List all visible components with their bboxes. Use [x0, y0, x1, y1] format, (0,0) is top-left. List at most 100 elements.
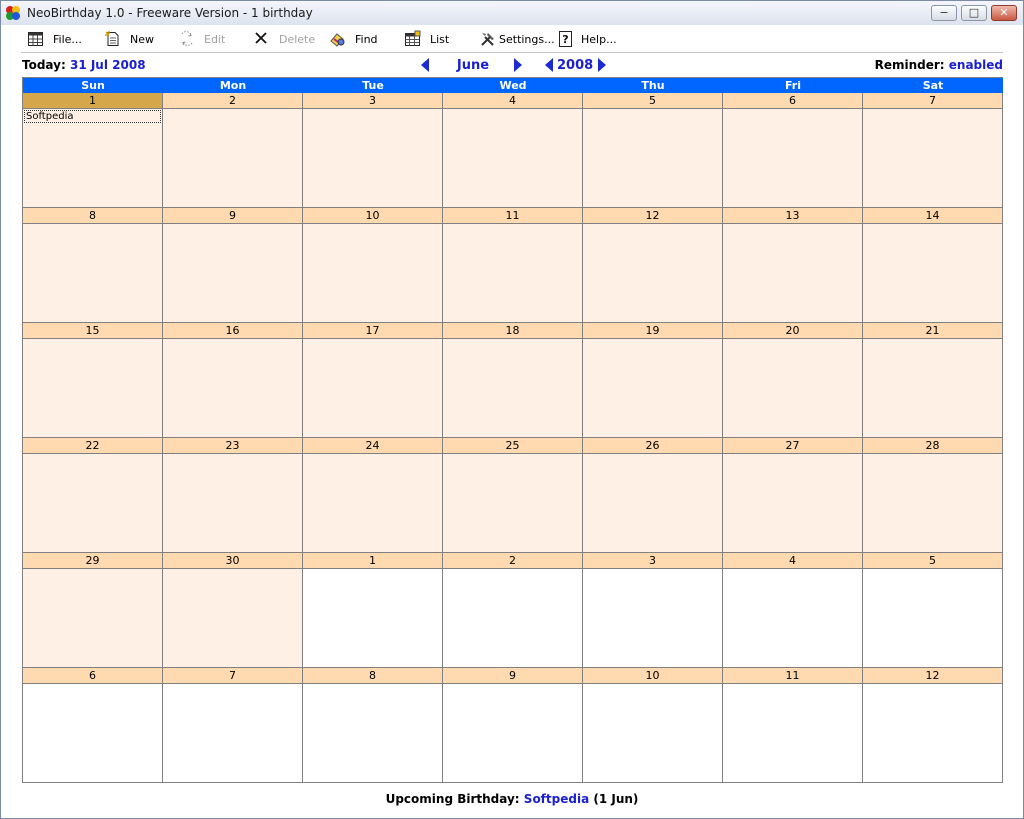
day-cell[interactable]: 30 [163, 553, 303, 668]
day-cell[interactable]: 2 [443, 553, 583, 668]
day-cell[interactable]: 9 [443, 668, 583, 783]
day-cell[interactable]: 24 [303, 438, 443, 553]
day-cell[interactable]: 1 Softpedia [23, 93, 163, 208]
day-cell[interactable]: 25 [443, 438, 583, 553]
day-body[interactable] [583, 109, 722, 207]
today-date[interactable]: 31 Jul 2008 [70, 58, 146, 72]
day-body[interactable] [443, 339, 582, 437]
day-cell[interactable]: 2 [163, 93, 303, 208]
day-body[interactable] [863, 224, 1002, 322]
day-cell[interactable]: 18 [443, 323, 583, 438]
delete-button[interactable]: Delete [253, 29, 315, 49]
day-body[interactable] [163, 569, 302, 667]
new-button[interactable]: New [104, 29, 154, 49]
day-body[interactable] [583, 454, 722, 552]
day-cell[interactable]: 8 [303, 668, 443, 783]
day-cell[interactable]: 5 [583, 93, 723, 208]
settings-button[interactable]: Settings... [479, 29, 555, 49]
day-body[interactable] [723, 224, 862, 322]
day-body[interactable] [583, 684, 722, 782]
day-cell[interactable]: 17 [303, 323, 443, 438]
day-body[interactable] [303, 569, 442, 667]
day-cell[interactable]: 4 [723, 553, 863, 668]
day-body[interactable] [443, 569, 582, 667]
day-cell[interactable]: 27 [723, 438, 863, 553]
day-cell[interactable]: 10 [583, 668, 723, 783]
file-button[interactable]: File... [27, 29, 82, 49]
day-cell[interactable]: 28 [863, 438, 1003, 553]
edit-button[interactable]: Edit [178, 29, 225, 49]
day-body[interactable] [23, 684, 162, 782]
day-body[interactable] [303, 684, 442, 782]
day-cell[interactable]: 10 [303, 208, 443, 323]
day-cell[interactable]: 12 [583, 208, 723, 323]
year-selector[interactable]: 2008 [557, 58, 593, 73]
day-body[interactable] [863, 339, 1002, 437]
day-cell[interactable]: 29 [23, 553, 163, 668]
day-body[interactable] [23, 224, 162, 322]
day-body[interactable] [723, 339, 862, 437]
next-year-icon[interactable] [598, 58, 606, 72]
minimize-button[interactable]: − [931, 5, 957, 21]
day-cell[interactable]: 23 [163, 438, 303, 553]
day-body[interactable] [723, 684, 862, 782]
day-body[interactable] [583, 224, 722, 322]
day-cell[interactable]: 20 [723, 323, 863, 438]
reminder-status[interactable]: enabled [949, 58, 1003, 72]
day-body[interactable] [863, 454, 1002, 552]
day-body[interactable] [303, 224, 442, 322]
day-cell[interactable]: 12 [863, 668, 1003, 783]
day-body[interactable] [863, 569, 1002, 667]
day-body[interactable] [303, 339, 442, 437]
day-cell[interactable]: 14 [863, 208, 1003, 323]
day-body[interactable] [723, 109, 862, 207]
day-body[interactable] [23, 569, 162, 667]
day-cell[interactable]: 11 [723, 668, 863, 783]
day-cell[interactable]: 3 [303, 93, 443, 208]
day-body[interactable] [863, 109, 1002, 207]
day-body[interactable] [23, 454, 162, 552]
day-body[interactable] [443, 684, 582, 782]
next-month-icon[interactable] [514, 58, 522, 72]
day-cell[interactable]: 19 [583, 323, 723, 438]
title-bar[interactable]: NeoBirthday 1.0 - Freeware Version - 1 b… [1, 1, 1023, 26]
day-body[interactable] [163, 684, 302, 782]
day-body[interactable] [443, 454, 582, 552]
day-cell[interactable]: 22 [23, 438, 163, 553]
day-cell[interactable]: 7 [863, 93, 1003, 208]
day-cell[interactable]: 8 [23, 208, 163, 323]
day-body[interactable] [303, 454, 442, 552]
day-cell[interactable]: 15 [23, 323, 163, 438]
find-button[interactable]: Find [329, 29, 378, 49]
prev-year-icon[interactable] [545, 58, 553, 72]
day-cell[interactable]: 26 [583, 438, 723, 553]
help-button[interactable]: ? Help... [557, 29, 617, 49]
day-body[interactable] [303, 109, 442, 207]
day-cell[interactable]: 13 [723, 208, 863, 323]
day-body[interactable] [723, 454, 862, 552]
day-cell[interactable]: 6 [723, 93, 863, 208]
day-body[interactable] [23, 339, 162, 437]
birthday-entry[interactable]: Softpedia [24, 110, 161, 123]
upcoming-name[interactable]: Softpedia [524, 792, 589, 806]
day-body[interactable] [583, 569, 722, 667]
close-button[interactable]: ✕ [991, 5, 1017, 21]
day-cell[interactable]: 9 [163, 208, 303, 323]
day-cell[interactable]: 21 [863, 323, 1003, 438]
day-cell[interactable]: 3 [583, 553, 723, 668]
day-cell[interactable]: 6 [23, 668, 163, 783]
day-body[interactable] [163, 109, 302, 207]
day-cell[interactable]: 5 [863, 553, 1003, 668]
month-selector[interactable]: June [441, 58, 505, 73]
maximize-button[interactable]: □ [961, 5, 987, 21]
day-cell[interactable]: 4 [443, 93, 583, 208]
day-body[interactable] [723, 569, 862, 667]
day-body[interactable] [583, 339, 722, 437]
day-cell[interactable]: 1 [303, 553, 443, 668]
prev-month-icon[interactable] [421, 58, 429, 72]
day-body[interactable]: Softpedia [23, 109, 162, 207]
day-cell[interactable]: 16 [163, 323, 303, 438]
day-body[interactable] [443, 224, 582, 322]
day-body[interactable] [163, 224, 302, 322]
day-body[interactable] [443, 109, 582, 207]
